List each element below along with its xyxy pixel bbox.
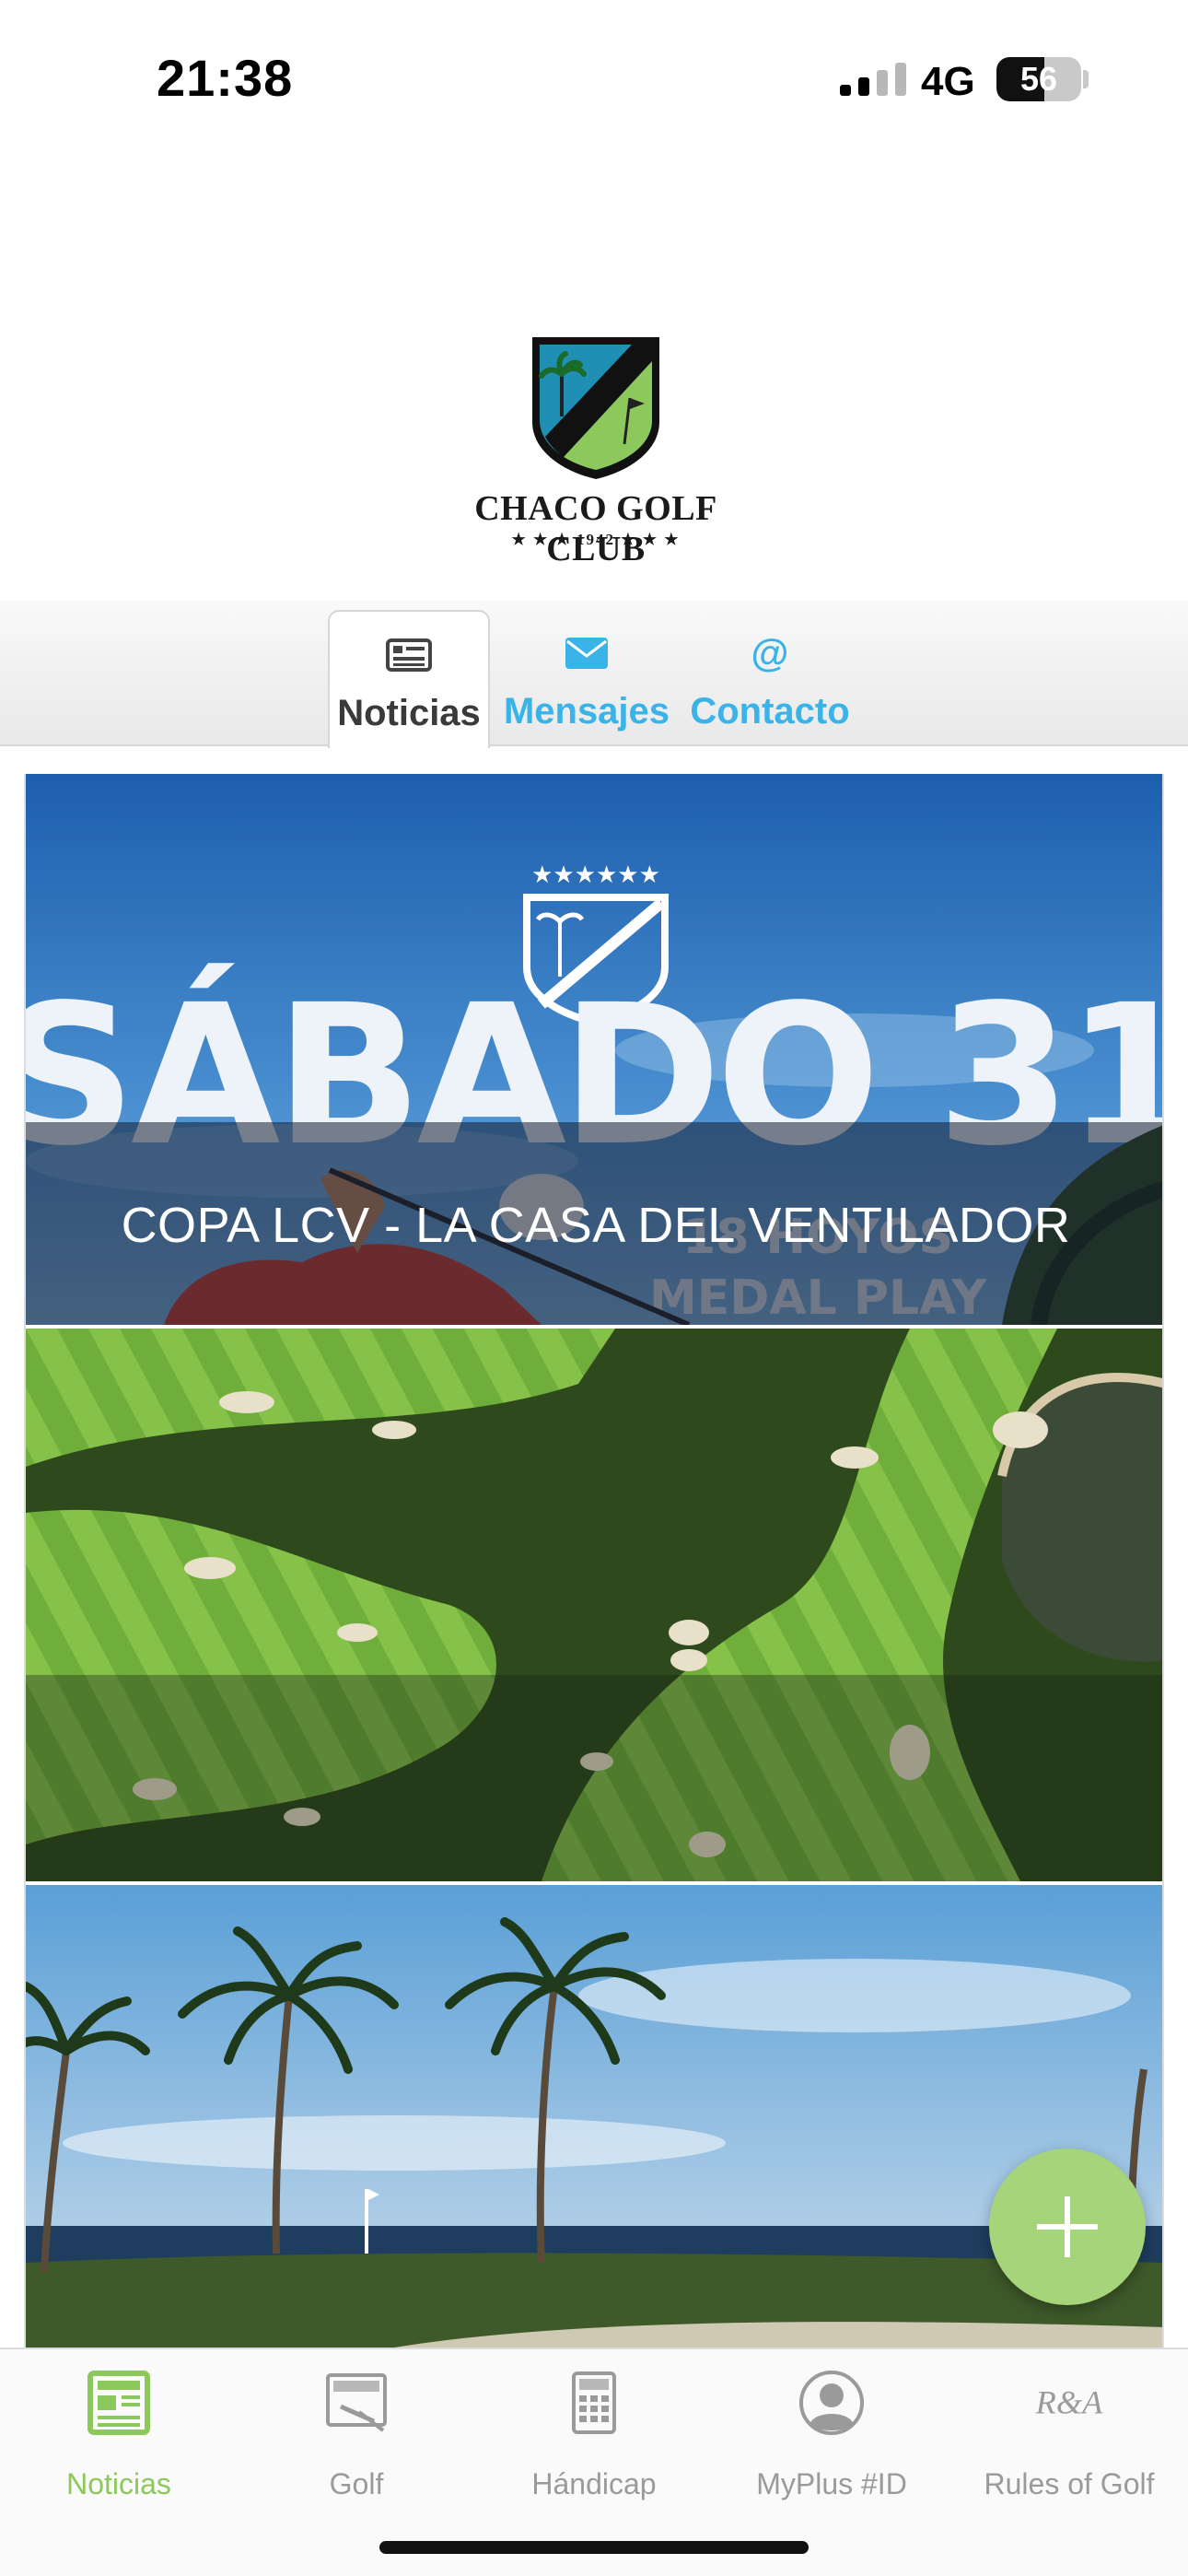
scorecard-icon (320, 2366, 393, 2440)
tab-noticias[interactable]: Noticias (328, 610, 490, 748)
svg-text:★★★★★★: ★★★★★★ (531, 861, 660, 889)
nav-rules[interactable]: R&A Rules of Golf (950, 2366, 1188, 2532)
envelope-icon (565, 630, 608, 676)
nav-myplus[interactable]: MyPlus #ID (713, 2366, 950, 2532)
nav-noticias-label: Noticias (66, 2467, 171, 2500)
news-card[interactable] (26, 1885, 1162, 2348)
battery-cap (1083, 70, 1089, 88)
club-founded: ★ ★ ★ 1942 ★ ★ ★ (511, 531, 681, 548)
svg-text:R&A: R&A (1035, 2384, 1103, 2421)
nav-golf[interactable]: Golf (238, 2366, 475, 2532)
news-card[interactable] (26, 1329, 1162, 1881)
nav-handicap[interactable]: Hándicap (475, 2366, 713, 2532)
news-icon (82, 2366, 156, 2440)
nav-rules-label: Rules of Golf (984, 2467, 1155, 2500)
card-title-overlay: COPA LCV - LA CASA DEL VENTILADOR (26, 1122, 1162, 1325)
tab-mensajes-label: Mensajes (503, 691, 670, 732)
tab-noticias-label: Noticias (337, 693, 481, 733)
card-image-aerial (26, 1329, 1162, 1881)
crest-icon (532, 337, 659, 479)
battery-icon: 56 (996, 57, 1081, 101)
status-bar: 21:38 4G 56 (0, 0, 1188, 157)
news-card[interactable]: ★★★★★★ SÁBADO 31 18 HOYOS MEDAL PLAY COP… (26, 774, 1162, 1325)
club-logo: CHACO GOLF CLUB ★ ★ ★ 1942 ★ ★ ★ (444, 334, 748, 568)
signal-icon (840, 63, 906, 96)
tab-strip: Noticias Mensajes @ Contacto (0, 601, 1188, 748)
at-icon: @ (751, 631, 789, 674)
club-name: CHACO GOLF CLUB (474, 489, 717, 568)
user-icon (795, 2366, 868, 2440)
nav-golf-label: Golf (329, 2467, 384, 2500)
add-button[interactable] (989, 2149, 1146, 2305)
calculator-icon (557, 2366, 631, 2440)
nav-noticias[interactable]: Noticias (0, 2366, 238, 2532)
card-title: COPA LCV - LA CASA DEL VENTILADOR (121, 1198, 1071, 1253)
status-time: 21:38 (157, 49, 294, 107)
card-image-palms (26, 1885, 1162, 2348)
news-feed[interactable]: ★★★★★★ SÁBADO 31 18 HOYOS MEDAL PLAY COP… (24, 774, 1164, 2348)
tab-mensajes[interactable]: Mensajes (499, 610, 674, 746)
network-type: 4G (921, 59, 975, 104)
plus-icon (1037, 2196, 1098, 2257)
tab-contacto[interactable]: @ Contacto (685, 610, 855, 746)
home-indicator[interactable] (379, 2541, 809, 2554)
newspaper-icon (386, 632, 432, 678)
tab-contacto-label: Contacto (690, 691, 850, 732)
battery-level: 56 (1019, 60, 1058, 98)
nav-myplus-label: MyPlus #ID (756, 2467, 907, 2500)
ra-logo-icon: R&A (1032, 2366, 1106, 2440)
nav-handicap-label: Hándicap (531, 2467, 657, 2500)
